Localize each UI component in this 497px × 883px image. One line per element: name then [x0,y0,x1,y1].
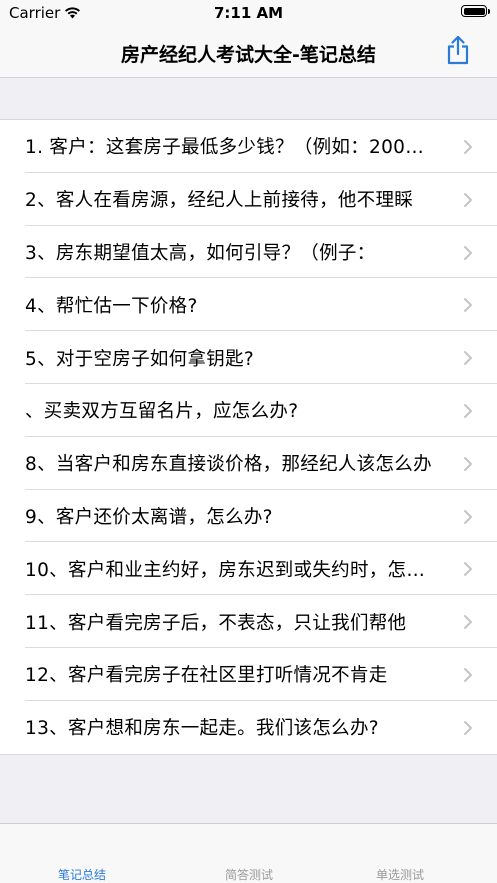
list-item[interactable]: 13、客户想和房东一起走。我们该怎么办? [0,701,497,754]
battery-icon [461,5,487,17]
list-item[interactable]: 、买卖双方互留名片，应怎么办? [0,384,497,437]
chevron-right-icon [464,667,472,682]
list-item[interactable]: 10、客户和业主约好，房东迟到或失约时，怎么办 [0,542,497,595]
chevron-right-icon [464,140,472,154]
chevron-right-icon [464,351,472,366]
status-time: 7:11 AM [213,4,284,22]
list-item[interactable]: 9、客户还价太离谱，怎么办? [0,490,497,543]
list-item[interactable]: 8、当客户和房东直接谈价格，那经纪人该怎么办 [0,437,497,490]
list-item[interactable]: 12、客户看完房子在社区里打听情况不肯走 [0,648,497,701]
list-item[interactable]: 4、帮忙估一下价格? [0,278,497,331]
navigation-bar: 房产经纪人考试大全-笔记总结 [0,26,497,78]
list-item[interactable]: 2、客人在看房源，经纪人上前接待，他不理睬 [0,173,497,226]
list-item-label: 13、客户想和房东一起走。我们该怎么办? [25,718,379,740]
list-item[interactable]: 11、客户看完房子后，不表态，只让我们帮他 [0,595,497,648]
list-item[interactable]: 1. 客户：这套房子最低多少钱？（例如：200万） [0,120,497,173]
list-item-label: 9、客户还价太离谱，怎么办? [25,506,273,528]
chevron-right-icon [464,245,472,260]
list-item-label: 2、客人在看房源，经纪人上前接待，他不理睬 [25,190,414,212]
list-item-label: 11、客户看完房子后，不表态，只让我们帮他 [25,612,407,634]
list-item-label: 10、客户和业主约好，房东迟到或失约时，怎么办 [25,559,440,581]
chevron-right-icon [464,720,472,735]
list-item[interactable]: 3、房东期望值太高，如何引导？（例子： [0,226,497,279]
chevron-right-icon [464,456,472,471]
list-item-label: 12、客户看完房子在社区里打听情况不肯走 [25,665,388,687]
list-item-label: 4、帮忙估一下价格? [25,295,198,317]
chevron-right-icon [464,298,472,313]
list-item-label: 5、对于空房子如何拿钥匙? [25,348,254,370]
share-icon[interactable] [445,34,471,66]
chevron-right-icon [464,562,472,577]
list-item-label: 8、当客户和房东直接谈价格，那经纪人该怎么办 [25,454,432,476]
chevron-right-icon [464,192,472,207]
tab-short-answer-test[interactable]: 简答测试 [179,866,319,883]
chevron-right-icon [464,403,472,418]
tab-bar: 笔记总结 简答测试 单选测试 [0,823,497,883]
page-title: 房产经纪人考试大全-笔记总结 [121,44,376,66]
tab-notes-summary[interactable]: 笔记总结 [12,866,152,883]
list-item[interactable]: 5、对于空房子如何拿钥匙? [0,331,497,384]
chevron-right-icon [464,509,472,524]
list-item-label: 3、房东期望值太高，如何引导？（例子： [25,242,376,264]
chevron-right-icon [464,615,472,630]
tab-single-choice-test[interactable]: 单选测试 [330,866,470,883]
notes-list: 1. 客户：这套房子最低多少钱？（例如：200万） 2、客人在看房源，经纪人上前接… [0,119,497,755]
status-bar: Carrier 7:11 AM [0,0,497,26]
list-item-label: 1. 客户：这套房子最低多少钱？（例如：200万） [25,137,440,159]
list-item-label: 、买卖双方互留名片，应怎么办? [25,401,299,423]
